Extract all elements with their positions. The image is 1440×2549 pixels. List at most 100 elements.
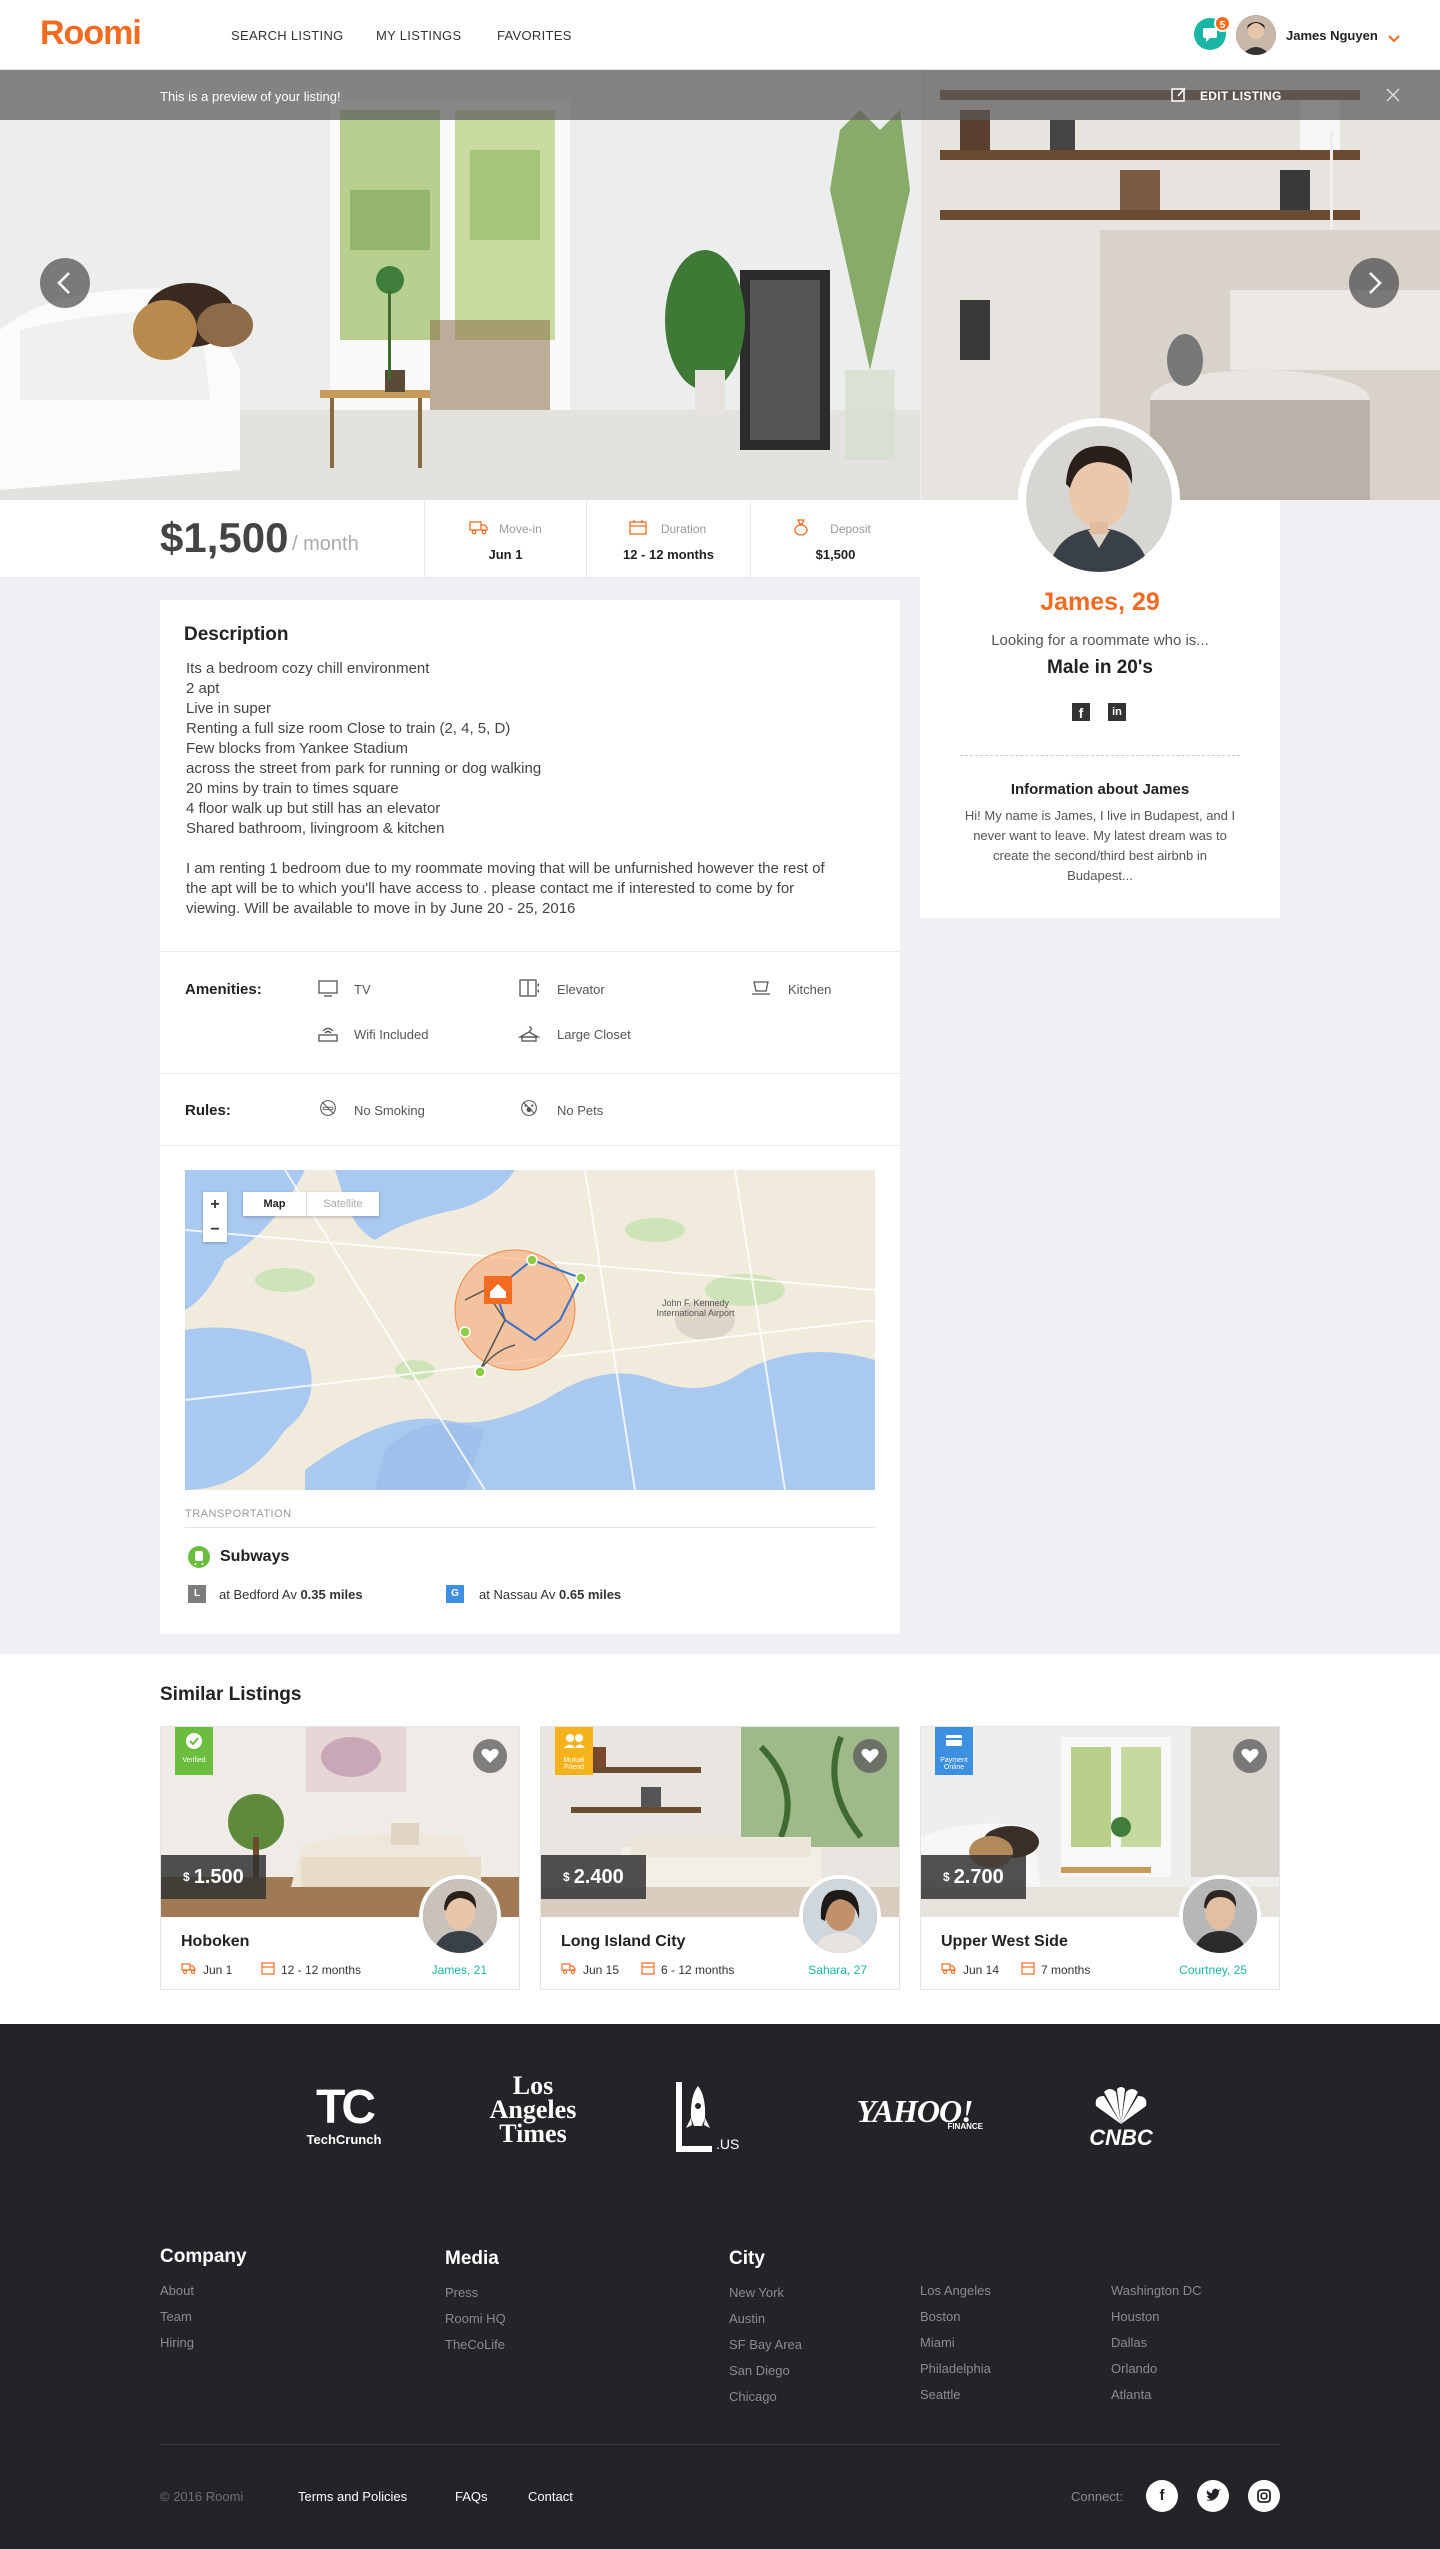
la-suffix: .US — [716, 2136, 740, 2152]
footer-city-link[interactable]: Boston — [920, 2309, 960, 2324]
footer-city-link[interactable]: San Diego — [729, 2363, 790, 2378]
map-type-map-button[interactable]: Map — [243, 1192, 307, 1216]
footer-city-link[interactable]: New York — [729, 2285, 784, 2300]
footer-city-link[interactable]: Austin — [729, 2311, 765, 2326]
footer-city-link[interactable]: Los Angeles — [920, 2283, 991, 2298]
description-paragraph-line: I am renting 1 bedroom due to my roommat… — [186, 860, 825, 877]
listing-host-avatar[interactable] — [1179, 1875, 1261, 1957]
listing-host-avatar[interactable] — [419, 1875, 501, 1957]
footer-link-team[interactable]: Team — [160, 2309, 192, 2324]
host-info-title: Information about James — [1010, 781, 1190, 798]
footer-city-title: City — [729, 2248, 765, 2269]
listing-price-tag: $1.500 — [161, 1855, 266, 1899]
nav-favorites[interactable]: FAVORITES — [497, 28, 572, 43]
transportation-label: TRANSPORTATION — [185, 1508, 292, 1520]
footer-city-link[interactable]: Philadelphia — [920, 2361, 991, 2376]
footer-contact-link[interactable]: Contact — [528, 2489, 573, 2504]
footer-city-link[interactable]: Washington DC — [1111, 2283, 1202, 2298]
footer-link-about[interactable]: About — [160, 2283, 194, 2298]
footer-terms-link[interactable]: Terms and Policies — [298, 2489, 407, 2504]
map-zoom-out-button[interactable]: − — [203, 1217, 227, 1242]
copyright: © 2016 Roomi — [160, 2489, 244, 2504]
truck-icon — [561, 1963, 576, 1974]
roommate-looking-text: Looking for a roommate who is... — [991, 632, 1209, 649]
la-mark: LA — [672, 2078, 673, 2079]
la-us-logo[interactable]: LA .US — [672, 2078, 752, 2154]
badge-label: Verified — [182, 1757, 206, 1764]
footer-city-link[interactable]: Dallas — [1111, 2335, 1147, 2350]
close-icon[interactable] — [1386, 88, 1400, 107]
station-distance: 0.65 miles — [559, 1587, 622, 1602]
footer-city-link[interactable]: Miami — [920, 2335, 955, 2350]
la-times-logo[interactable]: Los Angeles Times — [478, 2073, 588, 2147]
listing-neighborhood[interactable]: Long Island City — [561, 1933, 685, 1951]
facebook-icon[interactable]: f — [1146, 2480, 1178, 2512]
favorite-heart-icon[interactable] — [853, 1739, 887, 1773]
favorite-heart-icon[interactable] — [1233, 1739, 1267, 1773]
listing-host-avatar[interactable] — [799, 1875, 881, 1957]
chevron-down-icon[interactable] — [1388, 30, 1400, 48]
footer-link-roomi-hq[interactable]: Roomi HQ — [445, 2311, 506, 2326]
instagram-icon[interactable] — [1248, 2480, 1280, 2512]
linkedin-icon[interactable]: in — [1108, 703, 1126, 721]
footer-city-link[interactable]: SF Bay Area — [729, 2337, 802, 2352]
gallery-prev-arrow-icon[interactable] — [40, 258, 90, 308]
footer-city-link[interactable]: Seattle — [920, 2387, 960, 2402]
section-divider — [160, 951, 900, 952]
twitter-icon[interactable] — [1197, 2480, 1229, 2512]
listing-duration: 12 - 12 months — [281, 1963, 362, 1977]
map-zoom-in-button[interactable]: + — [203, 1192, 227, 1217]
listing-host-name[interactable]: Sahara, 27 — [808, 1963, 867, 1977]
footer-link-press[interactable]: Press — [445, 2285, 478, 2300]
similar-listings-title: Similar Listings — [160, 1684, 302, 1705]
truck-icon — [181, 1963, 196, 1974]
subway-line-badge: L — [188, 1585, 206, 1603]
listing-neighborhood[interactable]: Hoboken — [181, 1933, 249, 1951]
nav-search-listing[interactable]: SEARCH LISTING — [231, 28, 344, 43]
footer-city-link[interactable]: Houston — [1111, 2309, 1159, 2324]
yahoo-finance-logo[interactable]: YAHOO! FINANCE — [842, 2094, 987, 2131]
footer-faqs-link[interactable]: FAQs — [455, 2489, 488, 2504]
subway-line-badge: G — [446, 1585, 464, 1603]
similar-listing-card[interactable]: Payment Online $2.700 Upper West Side Ju… — [920, 1726, 1280, 1990]
listing-neighborhood[interactable]: Upper West Side — [941, 1933, 1068, 1951]
facebook-icon[interactable]: f — [1072, 703, 1090, 721]
gallery-next-arrow-icon[interactable] — [1349, 258, 1399, 308]
listing-move-in: Jun 15 — [583, 1963, 620, 1977]
location-map[interactable] — [185, 1170, 875, 1490]
transportation-divider — [185, 1527, 875, 1528]
footer-divider — [160, 2444, 1280, 2445]
host-avatar[interactable] — [1018, 418, 1180, 580]
nav-my-listings[interactable]: MY LISTINGS — [376, 28, 461, 43]
amenity-wifi: Wifi Included — [354, 1027, 429, 1042]
map-type-satellite-button[interactable]: Satellite — [307, 1192, 379, 1216]
description-line: 4 floor walk up but still has an elevato… — [186, 800, 441, 817]
chat-badge: 5 — [1214, 15, 1231, 32]
user-name[interactable]: James Nguyen — [1286, 28, 1378, 43]
listing-host-name[interactable]: Courtney, 25 — [1179, 1963, 1247, 1977]
listing-host-name[interactable]: James, 21 — [432, 1963, 487, 1977]
techcrunch-wordmark: TechCrunch — [306, 2132, 382, 2147]
description-line: Live in super — [186, 700, 272, 717]
listing-duration: 6 - 12 months — [661, 1963, 735, 1977]
edit-listing-button[interactable]: EDIT LISTING — [1200, 89, 1282, 103]
footer-city-link[interactable]: Chicago — [729, 2389, 777, 2404]
footer-city-link[interactable]: Orlando — [1111, 2361, 1157, 2376]
edit-icon[interactable] — [1170, 86, 1188, 109]
description-line: Few blocks from Yankee Stadium — [186, 740, 409, 757]
footer-link-thecolife[interactable]: TheCoLife — [445, 2337, 505, 2352]
techcrunch-logo[interactable]: TC TechCrunch — [298, 2084, 390, 2154]
similar-listing-card[interactable]: Mutual Friend $2.400 Long Island City Ju… — [540, 1726, 900, 1990]
footer-city-link[interactable]: Atlanta — [1111, 2387, 1151, 2402]
roomi-logo[interactable]: Roomi — [40, 14, 142, 53]
similar-listing-card[interactable]: Verified $1.500 Hoboken Jun 1 12 - 12 mo… — [160, 1726, 520, 1990]
footer-link-hiring[interactable]: Hiring — [160, 2335, 194, 2350]
favorite-heart-icon[interactable] — [473, 1739, 507, 1773]
cnbc-logo[interactable]: CNBC — [1078, 2086, 1164, 2149]
listing-photo-gallery[interactable] — [0, 70, 1440, 500]
payment-online-badge: Payment Online — [935, 1727, 973, 1775]
profile-divider — [960, 755, 1240, 756]
stat-value: $1,500 — [815, 547, 856, 562]
wifi-icon — [318, 1027, 338, 1042]
user-avatar[interactable] — [1236, 15, 1276, 55]
